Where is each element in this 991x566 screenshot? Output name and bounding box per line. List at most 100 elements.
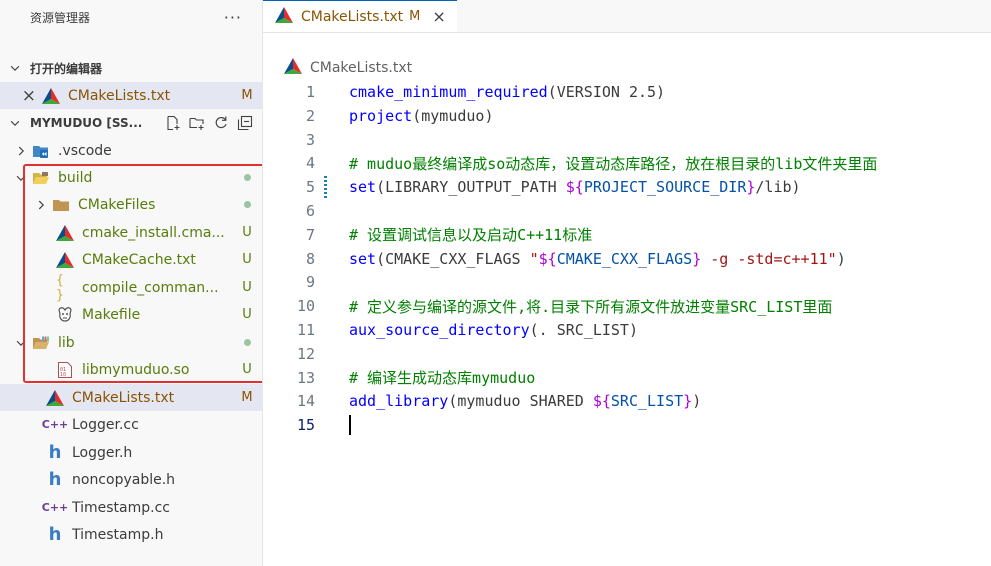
new-file-icon[interactable] <box>164 114 182 132</box>
chevron-down-icon <box>10 65 20 72</box>
code-token: ${ <box>565 178 584 197</box>
open-editor-label: CMakeLists.txt <box>68 87 171 104</box>
code-line[interactable]: 2 project(mymuduo) <box>263 104 991 128</box>
tree-item-cmakecache[interactable]: CMakeCache.txt U <box>0 246 262 273</box>
code-line[interactable]: 8 set(CMAKE_CXX_FLAGS "${CMAKE_CXX_FLAGS}… <box>263 247 991 271</box>
json-icon: { } <box>56 272 64 303</box>
line-content: set(LIBRARY_OUTPUT_PATH ${PROJECT_SOURCE… <box>349 178 801 196</box>
more-actions-icon[interactable]: ··· <box>224 8 242 27</box>
line-number: 11 <box>296 321 315 339</box>
header-file-icon: h <box>48 442 62 463</box>
cmake-icon <box>46 389 64 407</box>
breadcrumb[interactable]: CMakeLists.txt <box>284 58 412 78</box>
tab-cmakelists[interactable]: CMakeLists.txt M × <box>263 0 457 32</box>
tree-item-logger-cc[interactable]: C++ Logger.cc <box>0 411 262 438</box>
line-content: # 设置调试信息以及启动C++11标准 <box>349 224 592 245</box>
line-content: set(CMAKE_CXX_FLAGS "${CMAKE_CXX_FLAGS} … <box>349 250 846 268</box>
tree-item-lib[interactable]: lib <box>0 329 262 356</box>
tree-item-vscode[interactable]: .vscode <box>0 137 262 164</box>
tree-item-cmake-install[interactable]: cmake_install.cma... U <box>0 219 262 246</box>
line-number: 1 <box>305 83 315 101</box>
code-token: (VERSION 2.5) <box>547 83 666 101</box>
build-folder-open-icon <box>32 169 50 187</box>
code-token: set <box>349 249 377 268</box>
tree-item-logger-h[interactable]: h Logger.h <box>0 439 262 466</box>
untracked-badge: U <box>242 362 252 377</box>
folder-label: MYMUDUO [SS... <box>30 116 143 130</box>
tree-item-compile-commands[interactable]: { } compile_comman... U <box>0 272 262 303</box>
tree-item-label: Makefile <box>82 306 141 323</box>
collapse-all-icon[interactable] <box>236 114 254 132</box>
tree-item-label: Timestamp.cc <box>72 499 170 516</box>
tab-bar: CMakeLists.txt M × <box>263 0 991 33</box>
line-content: add_library(mymuduo SHARED ${SRC_LIST}) <box>349 392 701 410</box>
line-number: 14 <box>296 392 315 411</box>
code-line[interactable]: 6 <box>263 199 991 223</box>
code-line[interactable]: 1 cmake_minimum_required(VERSION 2.5) <box>263 80 991 104</box>
open-editors-header[interactable]: 打开的编辑器 <box>0 57 262 79</box>
code-token: /lib) <box>755 178 801 197</box>
untracked-badge: U <box>242 307 252 322</box>
code-token: (CMAKE_CXX_FLAGS <box>376 249 530 268</box>
folder-header[interactable]: MYMUDUO [SS... <box>0 112 262 134</box>
code-token: # 定义参与编译的源文件,将.目录下所有源文件放进变量SRC_LIST里面 <box>349 297 833 316</box>
code-line[interactable]: 15 <box>263 413 991 437</box>
code-line[interactable]: 4 # muduo最终编译成so动态库，设置动态库路径，放在根目录的lib文件夹里… <box>263 151 991 175</box>
tree-item-label: libmymuduo.so <box>82 361 190 378</box>
code-token: CMAKE_CXX_FLAGS <box>556 249 693 268</box>
code-line[interactable]: 5 set(LIBRARY_OUTPUT_PATH ${PROJECT_SOURC… <box>263 175 991 199</box>
code-token: cmake_minimum_required <box>349 83 548 101</box>
line-content <box>349 415 351 436</box>
tree-item-timestamp-cc[interactable]: C++ Timestamp.cc <box>0 494 262 521</box>
new-folder-icon[interactable] <box>188 114 206 132</box>
line-content: # 定义参与编译的源文件,将.目录下所有源文件放进变量SRC_LIST里面 <box>349 296 832 317</box>
code-token: (LIBRARY_OUTPUT_PATH <box>376 178 566 197</box>
code-token: set <box>349 178 377 197</box>
refresh-icon[interactable] <box>212 114 230 132</box>
code-line[interactable]: 13 # 编译生成动态库mymuduo <box>263 366 991 390</box>
code-token: # 编译生成动态库mymuduo <box>349 369 536 388</box>
modified-badge: M <box>241 88 253 103</box>
code-token: add_library <box>349 392 449 411</box>
close-icon[interactable]: × <box>0 86 42 106</box>
line-content: project(mymuduo) <box>349 107 494 125</box>
tree-item-noncopyable-h[interactable]: h noncopyable.h <box>0 466 262 493</box>
vscode-folder-icon <box>32 142 50 160</box>
tree-item-cmakelists[interactable]: CMakeLists.txt M <box>0 384 262 411</box>
line-number: 5 <box>305 178 315 197</box>
tree-item-libmymuduo-so[interactable]: 01 10 libmymuduo.so U <box>0 356 262 383</box>
tree-item-label: Logger.h <box>72 444 133 461</box>
gnu-makefile-icon <box>56 306 74 324</box>
tree-item-label: lib <box>58 334 75 351</box>
svg-text:10: 10 <box>60 372 66 378</box>
chevron-right-icon <box>18 146 25 155</box>
tab-label: CMakeLists.txt <box>301 8 404 25</box>
code-token: # 设置调试信息以及启动C++11标准 <box>349 226 593 245</box>
line-content: cmake_minimum_required(VERSION 2.5) <box>349 83 665 101</box>
tree-item-label: Logger.cc <box>72 416 139 433</box>
untracked-dot-badge <box>232 170 262 185</box>
tree-item-label: compile_comman... <box>82 279 219 296</box>
tree-item-label: CMakeCache.txt <box>82 251 196 268</box>
cpp-file-icon: C++ <box>41 418 69 431</box>
tree-item-timestamp-h[interactable]: h Timestamp.h <box>0 521 262 548</box>
tree-item-label: cmake_install.cma... <box>82 224 225 241</box>
code-token: aux_source_directory <box>349 321 530 339</box>
code-line[interactable]: 12 <box>263 342 991 366</box>
code-token: ) <box>836 249 846 268</box>
close-tab-icon[interactable]: × <box>432 7 445 26</box>
code-line[interactable]: 7 # 设置调试信息以及启动C++11标准 <box>263 223 991 247</box>
tree-item-makefile[interactable]: Makefile U <box>0 301 262 328</box>
code-line[interactable]: 11 aux_source_directory(. SRC_LIST) <box>263 318 991 342</box>
breadcrumb-file[interactable]: CMakeLists.txt <box>310 60 412 76</box>
open-editor-item[interactable]: × CMakeLists.txt M <box>0 82 262 109</box>
line-number: 10 <box>296 297 315 316</box>
chevron-right-icon <box>38 200 45 209</box>
code-token: } <box>683 392 693 411</box>
code-line[interactable]: 3 <box>263 128 991 152</box>
tree-item-build[interactable]: build <box>0 164 262 191</box>
tree-item-cmakefiles[interactable]: CMakeFiles <box>0 191 262 218</box>
code-line[interactable]: 10 # 定义参与编译的源文件,将.目录下所有源文件放进变量SRC_LIST里面 <box>263 294 991 318</box>
code-line[interactable]: 9 <box>263 270 991 294</box>
code-line[interactable]: 14 add_library(mymuduo SHARED ${SRC_LIST}… <box>263 389 991 413</box>
